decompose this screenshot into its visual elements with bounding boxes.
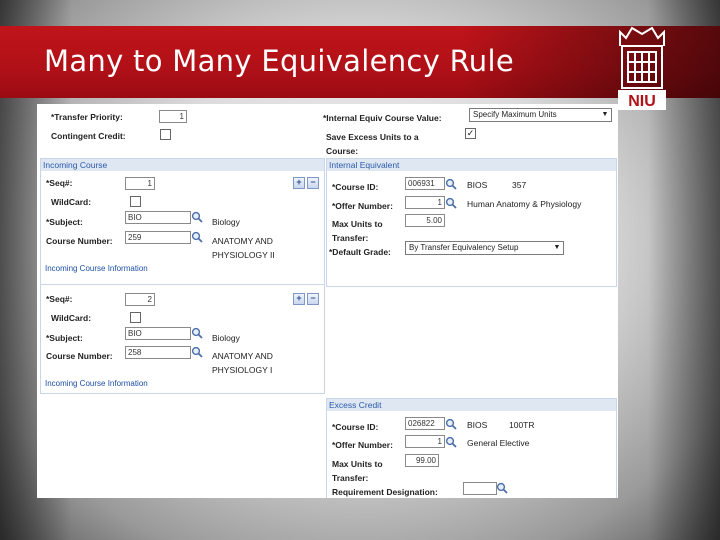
- save-excess-checkbox[interactable]: ✓: [465, 128, 476, 139]
- seq-label: *Seq#:: [46, 178, 73, 188]
- course-id-label: *Course ID:: [332, 422, 379, 432]
- chevron-down-icon: ▼: [601, 111, 609, 118]
- course-description-line1: ANATOMY AND: [212, 351, 273, 361]
- seq-input[interactable]: 2: [125, 293, 155, 306]
- offer-description: Human Anatomy & Physiology: [467, 199, 582, 209]
- wildcard-checkbox[interactable]: [130, 196, 141, 207]
- add-row-button[interactable]: +: [293, 293, 305, 305]
- minus-icon: −: [310, 293, 316, 303]
- internal-equivalent-header: Internal Equivalent: [327, 159, 616, 171]
- course-description-line1: ANATOMY AND: [212, 236, 273, 246]
- seq-label: *Seq#:: [46, 294, 73, 304]
- max-units-label-2: Transfer:: [332, 473, 369, 483]
- subject-description: Biology: [212, 333, 240, 343]
- course-number-label: Course Number:: [46, 351, 113, 361]
- contingent-credit-label: Contingent Credit:: [51, 131, 126, 141]
- requirement-designation-label: Requirement Designation:: [332, 487, 438, 497]
- max-units-label-2: Transfer:: [332, 233, 369, 243]
- default-grade-text: By Transfer Equivalency Setup: [409, 243, 519, 252]
- wildcard-checkbox[interactable]: [130, 312, 141, 323]
- search-icon[interactable]: [496, 482, 508, 494]
- subject-input[interactable]: BIO: [125, 327, 191, 340]
- slide-title: Many to Many Equivalency Rule: [44, 44, 514, 78]
- max-units-input[interactable]: 5.00: [405, 214, 445, 227]
- row-divider: [41, 284, 324, 285]
- excess-credit-header: Excess Credit: [327, 399, 616, 411]
- delete-row-button[interactable]: −: [307, 293, 319, 305]
- internal-equiv-value-label: *Internal Equiv Course Value:: [323, 113, 442, 123]
- niu-logo: NIU: [618, 26, 666, 110]
- search-icon[interactable]: [445, 436, 457, 448]
- peoplesoft-screenshot: *Transfer Priority: 1 Contingent Credit:…: [37, 104, 618, 498]
- search-icon[interactable]: [445, 197, 457, 209]
- offer-number-input[interactable]: 1: [405, 196, 445, 209]
- max-units-input[interactable]: 99.00: [405, 454, 439, 467]
- check-icon: ✓: [466, 128, 475, 138]
- contingent-credit-checkbox[interactable]: [160, 129, 171, 140]
- add-row-button[interactable]: +: [293, 177, 305, 189]
- incoming-course-header: Incoming Course: [41, 159, 324, 171]
- offer-number-label: *Offer Number:: [332, 201, 393, 211]
- course-id-input[interactable]: 006931: [405, 177, 445, 190]
- course-number-input[interactable]: 259: [125, 231, 191, 244]
- default-grade-label: *Default Grade:: [329, 247, 391, 257]
- wildcard-label: WildCard:: [51, 197, 92, 207]
- offer-number-label: *Offer Number:: [332, 440, 393, 450]
- plus-icon: +: [296, 177, 302, 187]
- incoming-course-info-link[interactable]: Incoming Course Information: [45, 264, 148, 273]
- subject-label: *Subject:: [46, 333, 83, 343]
- subject-input[interactable]: BIO: [125, 211, 191, 224]
- subject-description: Biology: [212, 217, 240, 227]
- course-id-label: *Course ID:: [332, 182, 379, 192]
- seq-input[interactable]: 1: [125, 177, 155, 190]
- search-icon[interactable]: [445, 178, 457, 190]
- course-catalog: 357: [512, 180, 527, 190]
- transfer-priority-label: *Transfer Priority:: [51, 112, 123, 122]
- default-grade-select[interactable]: By Transfer Equivalency Setup ▼: [405, 241, 564, 255]
- course-subject: BIOS: [467, 420, 488, 430]
- transfer-priority-input[interactable]: 1: [159, 110, 187, 123]
- course-description-line2: PHYSIOLOGY I: [212, 365, 273, 375]
- minus-icon: −: [310, 177, 316, 187]
- search-icon[interactable]: [445, 418, 457, 430]
- svg-text:NIU: NIU: [628, 93, 656, 110]
- offer-number-input[interactable]: 1: [405, 435, 445, 448]
- course-number-input[interactable]: 258: [125, 346, 191, 359]
- course-catalog: 100TR: [509, 420, 535, 430]
- subject-label: *Subject:: [46, 217, 83, 227]
- internal-equiv-value-text: Specify Maximum Units: [473, 110, 557, 119]
- search-icon[interactable]: [191, 211, 203, 223]
- save-excess-label-2: Course:: [326, 146, 359, 156]
- save-excess-label: Save Excess Units to a: [326, 132, 419, 142]
- plus-icon: +: [296, 293, 302, 303]
- incoming-course-info-link[interactable]: Incoming Course Information: [45, 379, 148, 388]
- course-description-line2: PHYSIOLOGY II: [212, 250, 275, 260]
- chevron-down-icon: ▼: [553, 244, 561, 251]
- max-units-label: Max Units to: [332, 219, 383, 229]
- delete-row-button[interactable]: −: [307, 177, 319, 189]
- wildcard-label: WildCard:: [51, 313, 92, 323]
- requirement-designation-input[interactable]: [463, 482, 497, 495]
- search-icon[interactable]: [191, 231, 203, 243]
- course-id-input[interactable]: 026822: [405, 417, 445, 430]
- offer-description: General Elective: [467, 438, 530, 448]
- max-units-label: Max Units to: [332, 459, 383, 469]
- course-subject: BIOS: [467, 180, 488, 190]
- search-icon[interactable]: [191, 327, 203, 339]
- course-number-label: Course Number:: [46, 236, 113, 246]
- search-icon[interactable]: [191, 346, 203, 358]
- internal-equiv-value-select[interactable]: Specify Maximum Units ▼: [469, 108, 612, 122]
